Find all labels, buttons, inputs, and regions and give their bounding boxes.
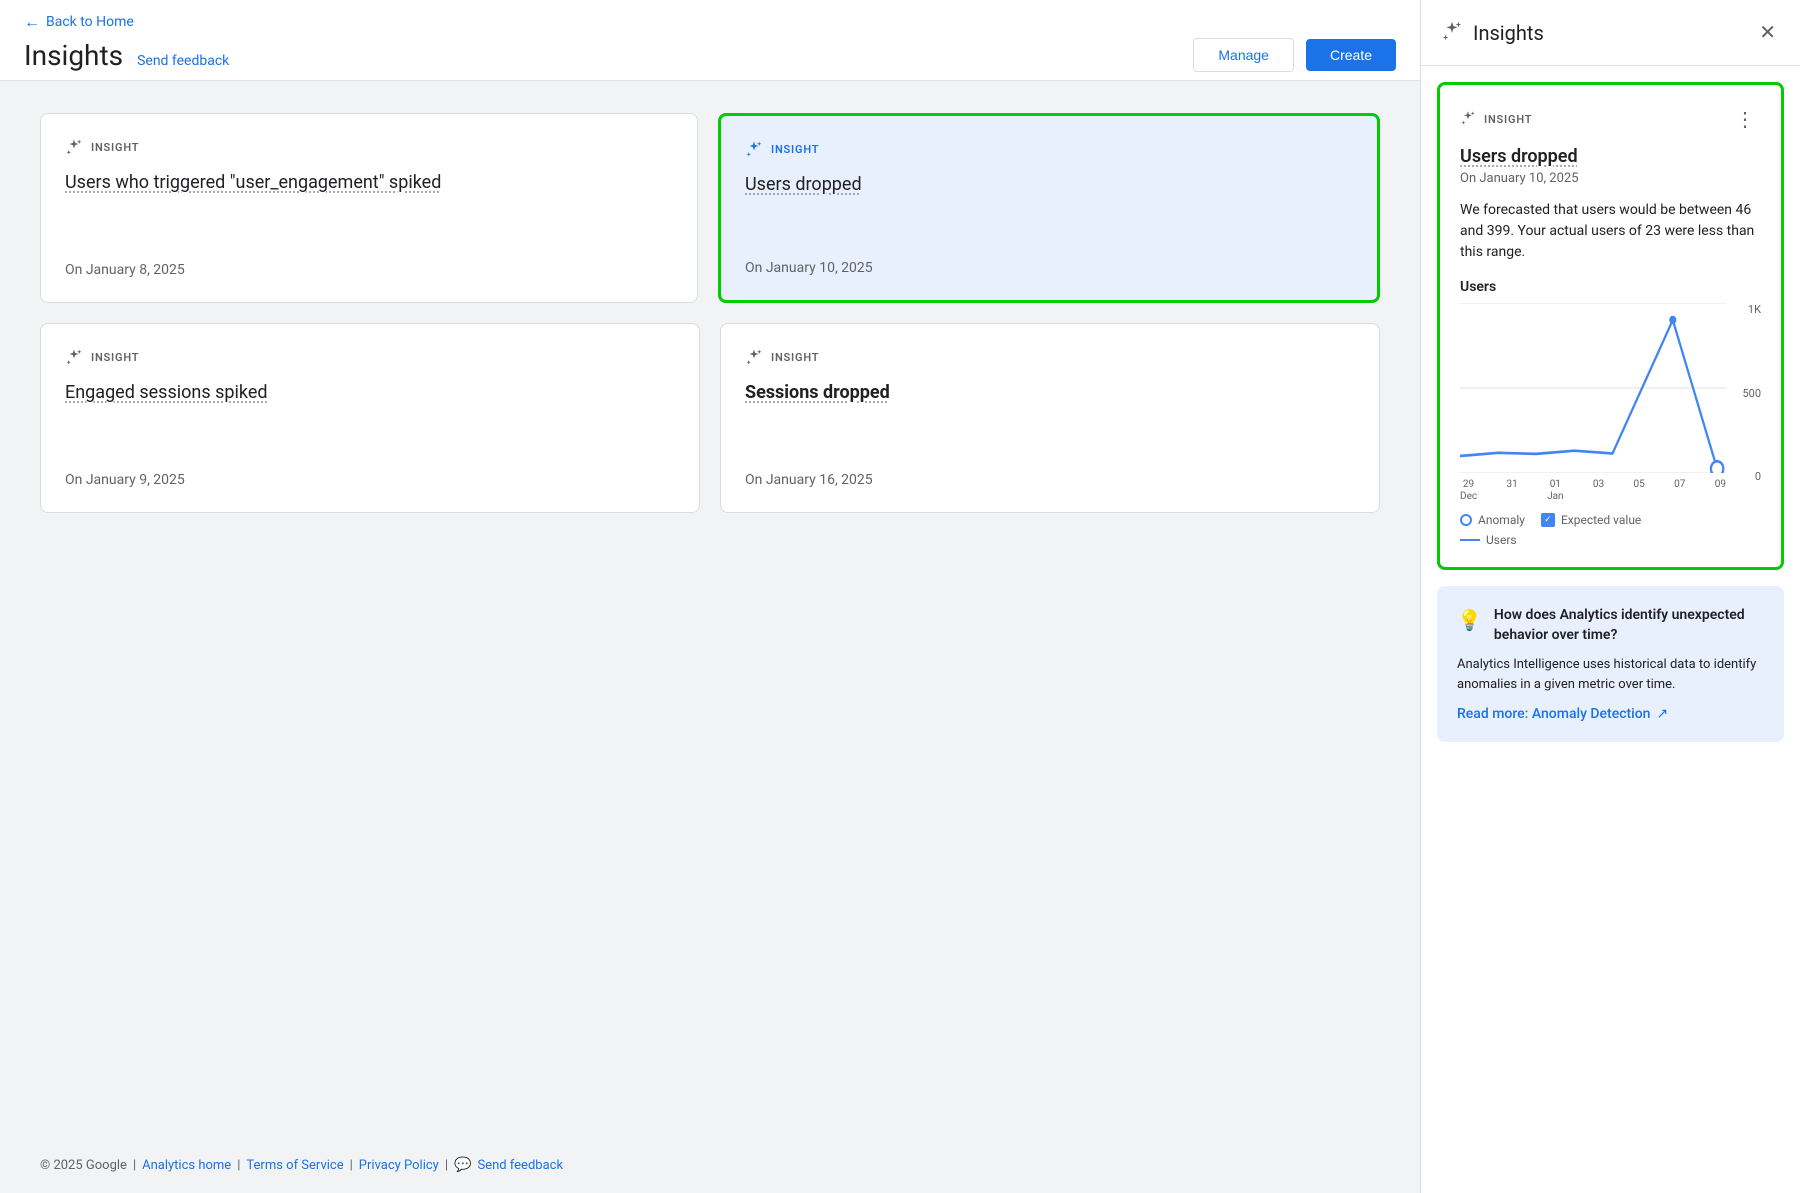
legend-anomaly-circle	[1460, 514, 1472, 526]
info-card-link-label: Read more: Anomaly Detection	[1457, 706, 1650, 722]
insight-label-row-2: INSIGHT	[745, 140, 1353, 158]
info-card-title: How does Analytics identify unexpected b…	[1494, 606, 1764, 645]
x-label-07: 07	[1674, 479, 1685, 503]
insight-label-row-3: INSIGHT	[65, 348, 675, 366]
main-content: ← Back to Home Insights Send feedback Ma…	[0, 0, 1420, 1193]
insight-label-row-1: INSIGHT	[65, 138, 673, 156]
panel-sparkle-icon	[1441, 20, 1463, 46]
insight-card-1[interactable]: INSIGHT Users who triggered "user_engage…	[40, 113, 698, 303]
legend-users-label: Users	[1486, 533, 1517, 547]
right-panel: Insights ✕ INSIGHT ⋮ Users dropped On Ja…	[1420, 0, 1800, 1193]
x-label-jan: Jan	[1547, 491, 1563, 503]
panel-close-button[interactable]: ✕	[1755, 16, 1780, 49]
insight-date-2: On January 10, 2025	[745, 244, 1353, 276]
legend-users: Users	[1460, 533, 1517, 547]
chart-x-labels: 29 Dec 31 01 Jan 03 05 07 09	[1460, 479, 1726, 503]
footer-feedback-icon: 💬	[454, 1157, 471, 1173]
page-title: Insights	[24, 39, 123, 72]
insight-sparkle-icon-2	[745, 140, 763, 158]
insight-date-1: On January 8, 2025	[65, 246, 673, 278]
manage-button[interactable]: Manage	[1193, 38, 1294, 72]
page-title-group: Insights Send feedback	[24, 39, 229, 72]
legend-expected: ✓ Expected value	[1541, 513, 1641, 527]
copyright: © 2025 Google	[40, 1158, 127, 1173]
chart-container: 1K 500 0	[1460, 303, 1761, 503]
y-label-0: 0	[1755, 470, 1761, 483]
legend-users-line	[1460, 539, 1480, 541]
insight-title-2: Users dropped	[745, 174, 1353, 195]
insight-label-1: INSIGHT	[91, 141, 139, 154]
x-label-dec: Dec	[1460, 491, 1477, 503]
x-label-03: 03	[1593, 479, 1604, 503]
insight-sparkle-icon-3	[65, 348, 83, 366]
x-label-29: 29	[1460, 479, 1477, 491]
panel-insight-label: INSIGHT	[1484, 113, 1532, 126]
panel-insight-sparkle-icon	[1460, 110, 1476, 130]
analytics-home-link[interactable]: Analytics home	[142, 1158, 231, 1173]
cards-row-2: INSIGHT Engaged sessions spiked On Janua…	[40, 323, 1380, 513]
insight-label-4: INSIGHT	[771, 351, 819, 364]
cards-row-1: INSIGHT Users who triggered "user_engage…	[40, 113, 1380, 303]
legend-anomaly: Anomaly	[1460, 513, 1525, 527]
y-label-500: 500	[1742, 387, 1761, 400]
insight-label-3: INSIGHT	[91, 351, 139, 364]
info-bulb-icon: 💡	[1457, 608, 1482, 632]
back-label: Back to Home	[46, 14, 134, 30]
panel-chart-title: Users	[1460, 279, 1761, 295]
insight-sparkle-icon-4	[745, 348, 763, 366]
y-label-1k: 1K	[1748, 303, 1761, 316]
header-actions: Manage Create	[1193, 38, 1396, 72]
chart-svg-area	[1460, 303, 1726, 473]
panel-insight-card: INSIGHT ⋮ Users dropped On January 10, 2…	[1437, 82, 1784, 570]
back-arrow-icon: ←	[24, 12, 40, 32]
panel-insight-date: On January 10, 2025	[1460, 171, 1761, 186]
create-button[interactable]: Create	[1306, 39, 1396, 71]
legend-expected-label: Expected value	[1561, 513, 1641, 527]
chart-legend-2: Users	[1460, 533, 1761, 547]
insight-label-2: INSIGHT	[771, 143, 819, 156]
insight-sparkle-icon-1	[65, 138, 83, 156]
panel-more-button[interactable]: ⋮	[1729, 105, 1761, 134]
terms-link[interactable]: Terms of Service	[246, 1158, 343, 1173]
panel-insight-label-row: INSIGHT	[1460, 110, 1532, 130]
page-header-row: Insights Send feedback Manage Create	[24, 38, 1396, 72]
insight-date-4: On January 16, 2025	[745, 456, 1355, 488]
legend-expected-check: ✓	[1541, 513, 1555, 527]
chart-legend: Anomaly ✓ Expected value	[1460, 513, 1761, 527]
insight-label-row-4: INSIGHT	[745, 348, 1355, 366]
chart-y-labels: 1K 500 0	[1731, 303, 1761, 483]
info-card-header: 💡 How does Analytics identify unexpected…	[1457, 606, 1764, 645]
footer: © 2025 Google | Analytics home | Terms o…	[0, 1137, 1420, 1193]
insight-title-1: Users who triggered "user_engagement" sp…	[65, 172, 673, 193]
x-label-09: 09	[1715, 479, 1726, 503]
panel-title-group: Insights	[1441, 20, 1544, 46]
panel-header: Insights ✕	[1421, 0, 1800, 66]
info-card: 💡 How does Analytics identify unexpected…	[1437, 586, 1784, 742]
x-label-05: 05	[1634, 479, 1645, 503]
privacy-link[interactable]: Privacy Policy	[359, 1158, 439, 1173]
send-feedback-link[interactable]: Send feedback	[137, 53, 229, 69]
x-label-31: 31	[1506, 479, 1517, 503]
panel-insight-description: We forecasted that users would be betwee…	[1460, 200, 1761, 263]
insight-card-4[interactable]: INSIGHT Sessions dropped On January 16, …	[720, 323, 1380, 513]
x-label-01: 01	[1547, 479, 1563, 491]
info-card-description: Analytics Intelligence uses historical d…	[1457, 655, 1764, 694]
panel-title: Insights	[1473, 21, 1544, 45]
insight-title-3: Engaged sessions spiked	[65, 382, 675, 403]
insight-card-3[interactable]: INSIGHT Engaged sessions spiked On Janua…	[40, 323, 700, 513]
insight-title-4: Sessions dropped	[745, 382, 1355, 403]
back-link[interactable]: ← Back to Home	[24, 12, 1396, 32]
cards-area: INSIGHT Users who triggered "user_engage…	[0, 81, 1420, 1137]
footer-feedback-link[interactable]: Send feedback	[477, 1158, 563, 1173]
top-bar: ← Back to Home Insights Send feedback Ma…	[0, 0, 1420, 81]
info-card-link[interactable]: Read more: Anomaly Detection ↗	[1457, 706, 1764, 722]
insight-card-2[interactable]: INSIGHT Users dropped On January 10, 202…	[718, 113, 1380, 303]
legend-anomaly-label: Anomaly	[1478, 513, 1525, 527]
external-link-icon: ↗	[1656, 706, 1668, 722]
insight-date-3: On January 9, 2025	[65, 456, 675, 488]
panel-insight-title: Users dropped	[1460, 146, 1761, 167]
panel-insight-header: INSIGHT ⋮	[1460, 105, 1761, 134]
